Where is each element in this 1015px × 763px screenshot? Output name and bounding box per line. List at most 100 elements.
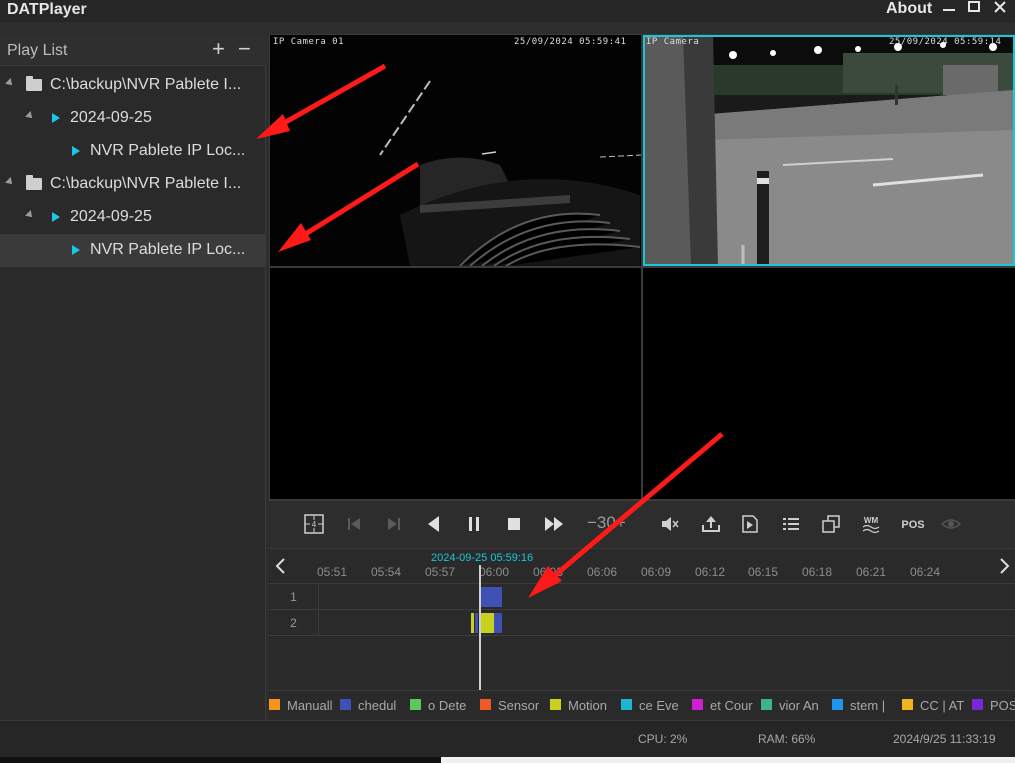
ram-usage: RAM: 66%	[758, 732, 816, 746]
video-cell-4[interactable]	[643, 268, 1015, 499]
play-list-panel: Play List + − C:\backup\NVR Pablete I...…	[0, 34, 266, 720]
camera-feed-image	[270, 35, 641, 266]
legend-swatch	[550, 699, 561, 710]
close-icon[interactable]	[990, 0, 1010, 20]
clip-icon[interactable]	[740, 513, 762, 535]
about-button[interactable]: About	[886, 0, 932, 18]
play-backward-icon[interactable]	[423, 513, 445, 535]
fast-forward-icon[interactable]	[543, 513, 565, 535]
tree-folder-label: C:\backup\NVR Pablete I...	[50, 175, 242, 192]
timeline-track-2[interactable]: 2	[269, 611, 1015, 636]
expand-caret-icon[interactable]	[5, 78, 15, 88]
camera-feed-image	[643, 35, 1015, 266]
folder-icon	[26, 175, 42, 190]
watermark-icon[interactable]: WM	[860, 513, 882, 535]
eye-icon[interactable]	[940, 513, 962, 535]
remove-button[interactable]: −	[238, 36, 251, 62]
tree-folder-label: C:\backup\NVR Pablete I...	[50, 76, 242, 93]
tick-label: 06:03	[533, 565, 564, 579]
legend-swatch	[902, 699, 913, 710]
tick-label: 05:54	[371, 565, 402, 579]
play-icon	[52, 113, 60, 123]
tree-file-row[interactable]: NVR Pablete IP Loc...	[0, 135, 266, 168]
status-datetime: 2024/9/25 11:33:19	[893, 732, 996, 746]
tree-file-label: NVR Pablete IP Loc...	[90, 142, 246, 159]
pos-icon[interactable]: POS	[900, 513, 926, 535]
camera-time-label: 25/09/2024 05:59:14	[889, 37, 1002, 47]
track-label: 2	[269, 611, 319, 636]
list-icon[interactable]	[780, 513, 802, 535]
tree-folder-row[interactable]: C:\backup\NVR Pablete I...	[0, 69, 266, 102]
timeline-ruler[interactable]: 2024-09-25 05:59:16 05:51 05:54 05:57 06…	[269, 549, 1015, 584]
status-bar: CPU: 2% RAM: 66% 2024/9/25 11:33:19	[0, 720, 1015, 757]
expand-caret-icon[interactable]	[25, 210, 35, 220]
stop-icon[interactable]	[503, 513, 525, 535]
camera-name-label: IP Camera 01	[273, 37, 345, 47]
play-list-header: Play List + −	[0, 34, 266, 66]
legend-swatch	[480, 699, 491, 710]
legend-label: CC | AT	[920, 698, 965, 713]
timeline-next-icon[interactable]	[999, 557, 1011, 581]
tree-file-row-selected[interactable]: NVR Pablete IP Loc...	[0, 234, 266, 267]
video-cell-1[interactable]: IP Camera 01 25/09/2024 05:59:41	[270, 35, 641, 266]
export-icon[interactable]	[700, 513, 722, 535]
camera-time-label: 25/09/2024 05:59:41	[514, 37, 627, 47]
tick-label: 06:06	[587, 565, 618, 579]
tree-file-label: NVR Pablete IP Loc...	[90, 241, 246, 258]
legend-swatch	[621, 699, 632, 710]
tree-date-row[interactable]: 2024-09-25	[0, 201, 266, 234]
next-frame-icon[interactable]	[383, 513, 405, 535]
tree-folder-row[interactable]: C:\backup\NVR Pablete I...	[0, 168, 266, 201]
previous-frame-icon[interactable]	[343, 513, 365, 535]
legend-swatch	[692, 699, 703, 710]
legend-swatch	[761, 699, 772, 710]
expand-caret-icon[interactable]	[25, 111, 35, 121]
maximize-icon[interactable]	[964, 0, 984, 20]
tick-label: 05:51	[317, 565, 348, 579]
add-button[interactable]: +	[212, 36, 225, 62]
tick-label: 06:24	[910, 565, 941, 579]
tick-label: 05:57	[425, 565, 456, 579]
timeline-panel[interactable]: 2024-09-25 05:59:16 05:51 05:54 05:57 06…	[269, 548, 1015, 691]
cpu-usage: CPU: 2%	[638, 732, 688, 746]
video-cell-2[interactable]: IP Camera 25/09/2024 05:59:14	[643, 35, 1015, 266]
camera-name-label: IP Camera	[646, 37, 700, 47]
legend-swatch	[972, 699, 983, 710]
tree-date-row[interactable]: 2024-09-25	[0, 102, 266, 135]
motion-segment[interactable]	[481, 613, 494, 633]
tick-label: 06:12	[695, 565, 726, 579]
play-list-title: Play List	[7, 42, 68, 59]
pause-icon[interactable]	[463, 513, 485, 535]
legend-label: Sensor	[498, 698, 540, 713]
legend-swatch	[832, 699, 843, 710]
legend-label: POS	[990, 698, 1015, 713]
tick-label: 06:00	[479, 565, 510, 579]
legend-label: vior An	[779, 698, 819, 713]
tick-label: 06:15	[748, 565, 779, 579]
motion-segment[interactable]	[471, 613, 474, 633]
schedule-segment[interactable]	[481, 587, 502, 607]
taskbar-strip	[0, 757, 1015, 763]
split-screen-icon[interactable]: 4	[303, 513, 325, 535]
schedule-segment[interactable]	[475, 613, 478, 633]
expand-caret-icon[interactable]	[5, 177, 15, 187]
mute-icon[interactable]	[659, 513, 681, 535]
timeline-prev-icon[interactable]	[274, 557, 286, 581]
legend-swatch	[410, 699, 421, 710]
speed-control[interactable]: −30+	[587, 513, 626, 533]
play-icon	[52, 212, 60, 222]
app-title: DATPlayer	[7, 1, 87, 18]
tick-label: 06:21	[856, 565, 887, 579]
timeline-playhead[interactable]	[479, 565, 481, 691]
legend-swatch	[340, 699, 351, 710]
svg-text:4: 4	[312, 520, 317, 529]
timeline-track-1[interactable]: 1	[269, 585, 1015, 610]
play-icon	[72, 245, 80, 255]
svg-text:POS: POS	[901, 519, 924, 531]
window-icon[interactable]	[820, 513, 842, 535]
legend-label: et Cour	[710, 698, 753, 713]
minimize-icon[interactable]	[939, 0, 959, 20]
schedule-segment[interactable]	[494, 613, 502, 633]
video-cell-3[interactable]	[270, 268, 641, 499]
legend-label: Manuall	[287, 698, 333, 713]
